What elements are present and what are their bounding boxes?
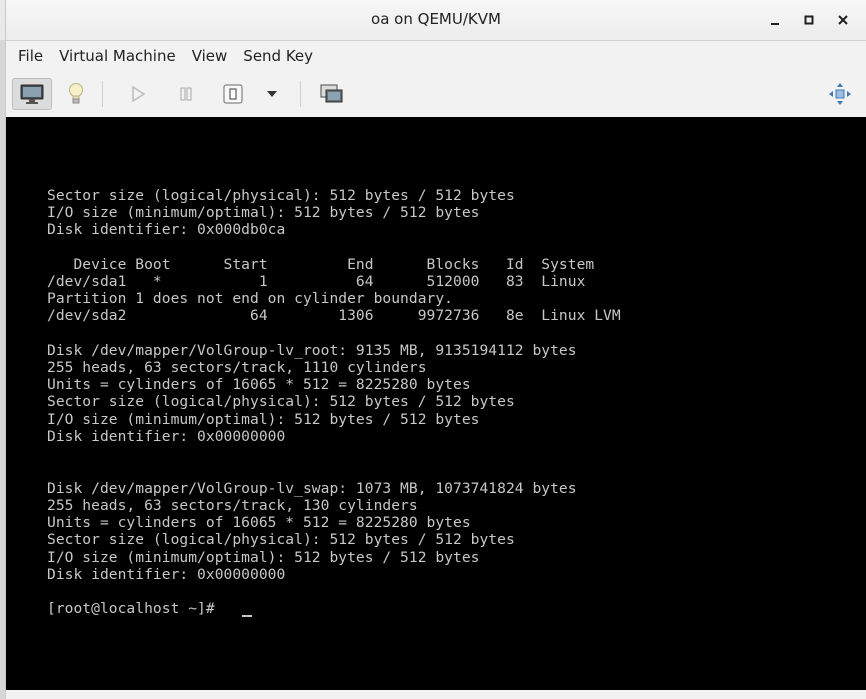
show-console-button[interactable] [12, 78, 52, 110]
toolbar-separator [102, 81, 103, 107]
minimize-button[interactable] [764, 9, 786, 31]
title-bar[interactable]: oa on QEMU/KVM [6, 0, 866, 41]
console-line: Units = cylinders of 16065 * 512 = 82252… [47, 514, 471, 531]
console-line: /dev/sda1 * 1 64 512000 83 Linux [47, 273, 586, 290]
vm-console-screen[interactable]: Sector size (logical/physical): 512 byte… [6, 117, 866, 690]
console-line: Disk identifier: 0x00000000 [47, 566, 286, 583]
menu-virtual-machine[interactable]: Virtual Machine [51, 41, 184, 71]
console-line: 255 heads, 63 sectors/track, 130 cylinde… [47, 497, 418, 514]
fullscreen-icon [829, 83, 851, 105]
console-line: /dev/sda2 64 1306 9972736 8e Linux LVM [47, 307, 621, 324]
console-line: Disk identifier: 0x000db0ca [47, 221, 286, 238]
console-line: Units = cylinders of 16065 * 512 = 82252… [47, 376, 471, 393]
menu-send-key[interactable]: Send Key [235, 41, 321, 71]
power-icon [223, 84, 243, 104]
window-title: oa on QEMU/KVM [371, 10, 501, 28]
text-cursor [242, 615, 252, 617]
maximize-button[interactable] [798, 9, 820, 31]
pause-button[interactable] [172, 78, 200, 110]
pause-icon [180, 87, 192, 101]
toolbar [6, 71, 866, 118]
console-line: 255 heads, 63 sectors/track, 1110 cylind… [47, 359, 427, 376]
fullscreen-button[interactable] [824, 78, 856, 110]
menu-file[interactable]: File [10, 41, 51, 71]
run-button[interactable] [124, 78, 152, 110]
snapshot-icon [320, 84, 343, 103]
snapshots-button[interactable] [316, 78, 348, 110]
console-line: Sector size (logical/physical): 512 byte… [47, 531, 515, 548]
console-line: Sector size (logical/physical): 512 byte… [47, 187, 515, 204]
console-line: Partition 1 does not end on cylinder bou… [47, 290, 454, 307]
menu-view[interactable]: View [184, 41, 236, 71]
shutdown-menu-button[interactable] [260, 78, 284, 110]
console-line: Disk /dev/mapper/VolGroup-lv_swap: 1073 … [47, 480, 577, 497]
console-line: Device Boot Start End Blocks Id System [47, 256, 595, 273]
toolbar-separator [300, 81, 301, 107]
console-line: I/O size (minimum/optimal): 512 bytes / … [47, 549, 480, 566]
close-icon [838, 15, 848, 25]
console-line: Disk identifier: 0x00000000 [47, 428, 286, 445]
menu-bar: File Virtual Machine View Send Key [6, 41, 866, 71]
console-line: I/O size (minimum/optimal): 512 bytes / … [47, 411, 480, 428]
monitor-icon [20, 84, 44, 104]
console-line: Disk /dev/mapper/VolGroup-lv_root: 9135 … [47, 342, 577, 359]
maximize-icon [804, 15, 814, 25]
window-bottom-edge [6, 690, 866, 699]
shell-prompt: [root@localhost ~]# [47, 600, 224, 617]
minimize-icon [771, 23, 779, 25]
lightbulb-icon [69, 83, 83, 104]
play-icon [132, 85, 146, 103]
console-line: Sector size (logical/physical): 512 byte… [47, 393, 515, 410]
vm-window: oa on QEMU/KVM File Virtual Machine View… [5, 0, 866, 699]
console-line: I/O size (minimum/optimal): 512 bytes / … [47, 204, 480, 221]
close-button[interactable] [832, 9, 854, 31]
dropdown-arrow-icon [267, 91, 277, 97]
show-details-button[interactable] [60, 78, 92, 110]
shutdown-button[interactable] [218, 78, 248, 110]
